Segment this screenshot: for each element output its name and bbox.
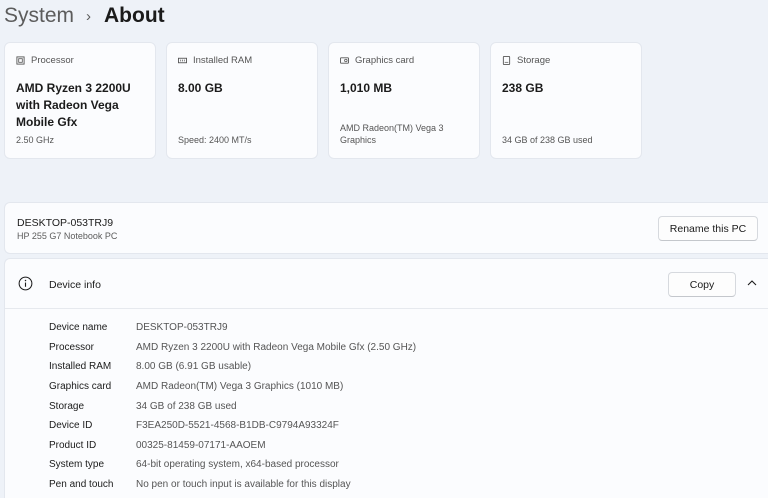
- info-row-product-id: Product ID 00325-81459-07171-AAOEM: [49, 436, 416, 456]
- card-value: AMD Ryzen 3 2200U with Radeon Vega Mobil…: [16, 81, 131, 129]
- card-header: Graphics card: [340, 53, 468, 67]
- info-icon: [18, 276, 33, 291]
- info-row-graphics-card: Graphics card AMD Radeon(TM) Vega 3 Grap…: [49, 377, 416, 397]
- card-value: 238 GB: [502, 81, 544, 95]
- ram-card: Installed RAM 8.00 GB Speed: 2400 MT/s: [166, 42, 318, 159]
- pc-name: DESKTOP-053TRJ9: [17, 217, 114, 229]
- info-value: DESKTOP-053TRJ9: [136, 322, 228, 334]
- info-key: Graphics card: [49, 381, 112, 393]
- info-row-processor: Processor AMD Ryzen 3 2200U with Radeon …: [49, 338, 416, 358]
- processor-card: Processor AMD Ryzen 3 2200U with Radeon …: [4, 42, 156, 159]
- device-info-list: Device name DESKTOP-053TRJ9 Processor AM…: [49, 318, 416, 494]
- info-key: Device name: [49, 322, 108, 334]
- storage-card: Storage 238 GB 34 GB of 238 GB used: [490, 42, 642, 159]
- info-key: System type: [49, 459, 105, 471]
- device-info-title: Device info: [49, 279, 101, 291]
- card-label: Graphics card: [355, 54, 415, 66]
- info-row-system-type: System type 64-bit operating system, x64…: [49, 455, 416, 475]
- card-subtext: AMD Radeon(TM) Vega 3 Graphics: [340, 123, 444, 145]
- info-row-device-id: Device ID F3EA250D-5521-4568-B1DB-C9794A…: [49, 416, 416, 436]
- copy-button[interactable]: Copy: [668, 272, 736, 297]
- breadcrumb-separator-icon: ›: [86, 7, 92, 25]
- card-subtext: Speed: 2400 MT/s: [178, 135, 252, 145]
- info-key: Processor: [49, 341, 95, 353]
- info-key: Installed RAM: [49, 361, 112, 373]
- info-row-storage: Storage 34 GB of 238 GB used: [49, 396, 416, 416]
- storage-icon: [502, 55, 511, 65]
- info-key: Storage: [49, 400, 85, 412]
- card-label: Installed RAM: [193, 54, 253, 66]
- ram-icon: [178, 57, 187, 63]
- processor-icon: [16, 55, 25, 65]
- graphics-card-icon: [340, 56, 349, 64]
- info-key: Device ID: [49, 420, 93, 432]
- info-key: Product ID: [49, 439, 97, 451]
- rename-pc-button[interactable]: Rename this PC: [658, 216, 758, 241]
- card-header: Installed RAM: [178, 53, 306, 67]
- chevron-up-icon[interactable]: [747, 279, 757, 287]
- info-value: AMD Radeon(TM) Vega 3 Graphics (1010 MB): [136, 381, 344, 393]
- info-value: 00325-81459-07171-AAOEM: [136, 439, 266, 451]
- info-key: Pen and touch: [49, 479, 114, 491]
- card-header: Storage: [502, 53, 630, 67]
- info-value: 64-bit operating system, x64-based proce…: [136, 459, 339, 471]
- card-value: 1,010 MB: [340, 81, 393, 95]
- about-page: System › About Processor AMD Ryzen 3 220…: [0, 0, 768, 498]
- info-value: F3EA250D-5521-4568-B1DB-C9794A93324F: [136, 420, 339, 432]
- device-info-panel: Device info Copy Device name DESKTOP-053…: [4, 258, 768, 498]
- info-value: AMD Ryzen 3 2200U with Radeon Vega Mobil…: [136, 341, 417, 353]
- info-row-pen-and-touch: Pen and touch No pen or touch input is a…: [49, 475, 416, 495]
- card-subtext: 34 GB of 238 GB used: [502, 135, 593, 145]
- info-value: No pen or touch input is available for t…: [136, 479, 351, 491]
- card-value: 8.00 GB: [178, 81, 223, 95]
- info-value: 34 GB of 238 GB used: [136, 400, 237, 412]
- pc-name-panel: DESKTOP-053TRJ9 HP 255 G7 Notebook PC Re…: [4, 202, 768, 254]
- spec-cards: Processor AMD Ryzen 3 2200U with Radeon …: [4, 42, 642, 159]
- breadcrumb-system-link[interactable]: System: [4, 4, 74, 28]
- page-title: About: [104, 4, 165, 27]
- card-label: Processor: [31, 54, 74, 66]
- card-subtext: 2.50 GHz: [16, 135, 55, 145]
- pc-model: HP 255 G7 Notebook PC: [17, 231, 118, 241]
- breadcrumb: System › About: [4, 1, 165, 31]
- device-info-header[interactable]: Device info Copy: [5, 259, 768, 309]
- info-row-device-name: Device name DESKTOP-053TRJ9: [49, 318, 416, 338]
- card-label: Storage: [517, 54, 551, 66]
- card-header: Processor: [16, 53, 144, 67]
- info-row-installed-ram: Installed RAM 8.00 GB (6.91 GB usable): [49, 357, 416, 377]
- info-value: 8.00 GB (6.91 GB usable): [136, 361, 252, 373]
- graphics-card-card: Graphics card 1,010 MB AMD Radeon(TM) Ve…: [328, 42, 480, 159]
